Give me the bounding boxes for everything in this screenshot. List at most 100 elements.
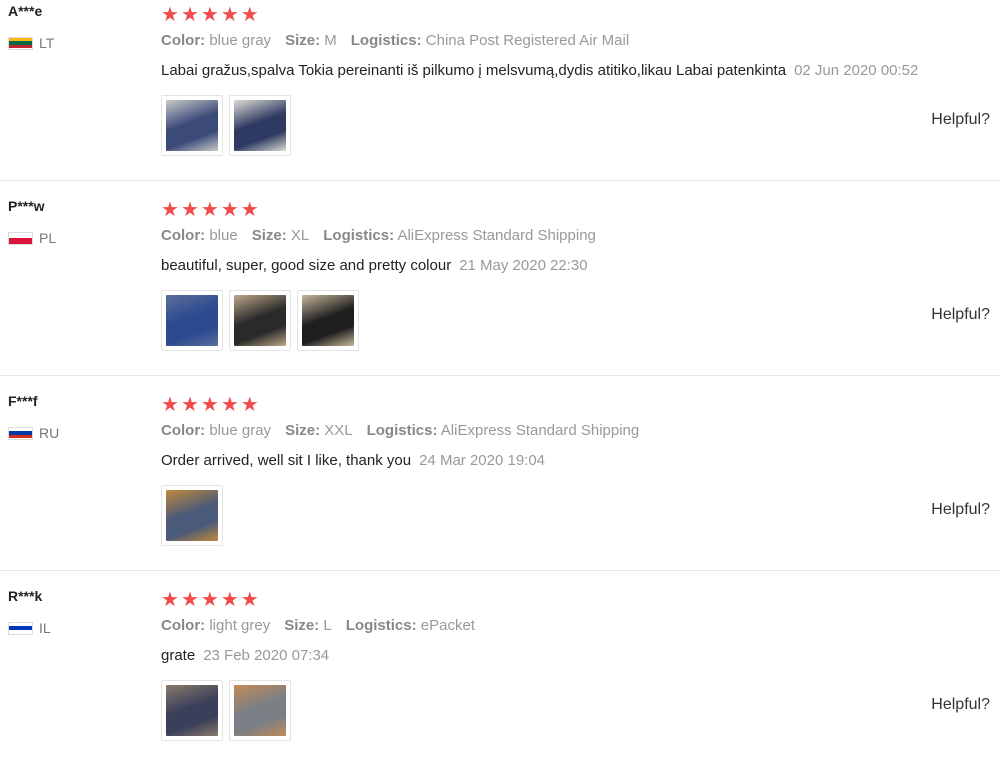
attribute-value: M <box>324 32 337 49</box>
order-attributes: Color: blue Size: XL Logistics: AliExpress… <box>161 227 610 244</box>
review-photo-thumbnail[interactable] <box>229 95 291 156</box>
review-photos <box>161 95 291 156</box>
order-attribute: Color: light grey <box>161 617 270 634</box>
attribute-label: Size: <box>251 227 287 244</box>
star-icon: ★ <box>200 197 219 221</box>
star-icon: ★ <box>161 587 179 611</box>
attribute-label: Color: <box>161 227 206 244</box>
order-attribute: Size: L <box>284 617 332 634</box>
star-icon: ★ <box>200 392 219 416</box>
review-photo-thumbnail[interactable] <box>161 290 223 351</box>
star-rating: ★ ★ ★ ★ ★ <box>161 199 259 219</box>
country-flag-icon <box>8 36 33 50</box>
review-photo-thumbnail[interactable] <box>161 680 223 741</box>
order-attributes: Color: light grey Size: L Logistics: ePack… <box>161 617 489 634</box>
review-photo-thumbnail[interactable] <box>161 485 223 546</box>
country-flag-icon <box>8 231 33 245</box>
photo-image <box>302 295 354 346</box>
reviewer-country: LT <box>8 35 54 51</box>
star-icon: ★ <box>220 2 239 26</box>
reviewer-name: F***f <box>8 393 38 409</box>
star-rating: ★ ★ ★ ★ ★ <box>161 394 259 414</box>
review-photo-thumbnail[interactable] <box>229 290 291 351</box>
review-item: A***e LT ★ ★ ★ ★ ★ Color: blue gray Size: M Logis… <box>0 0 1000 195</box>
review-content: Labai gražus,spalva Tokia pereinanti iš … <box>161 62 918 79</box>
attribute-value: blue gray <box>209 422 272 439</box>
attribute-label: Logistics: <box>345 617 417 634</box>
review-content: grate 23 Feb 2020 07:34 <box>161 647 329 664</box>
country-code: RU <box>39 425 60 441</box>
star-icon: ★ <box>200 2 219 26</box>
star-icon: ★ <box>220 197 239 221</box>
review-date: 23 Feb 2020 07:34 <box>203 647 330 664</box>
review-item: P***w PL ★ ★ ★ ★ ★ Color: blue Size: XL Logistics… <box>0 195 1000 390</box>
order-attribute: Logistics: AliExpress Standard Shipping <box>367 422 640 439</box>
reviewer-country: IL <box>8 620 51 636</box>
attribute-value: AliExpress Standard Shipping <box>440 422 640 439</box>
star-rating: ★ ★ ★ ★ ★ <box>161 4 259 24</box>
review-date: 21 May 2020 22:30 <box>459 257 588 274</box>
reviewer-country: PL <box>8 230 56 246</box>
attribute-label: Logistics: <box>350 32 422 49</box>
order-attribute: Color: blue gray <box>161 32 271 49</box>
attribute-value: blue gray <box>209 32 272 49</box>
star-icon: ★ <box>240 392 259 416</box>
review-item: R***k IL ★ ★ ★ ★ ★ Color: light grey Size: L Logi… <box>0 585 1000 780</box>
order-attribute: Logistics: ePacket <box>346 617 475 634</box>
attribute-label: Size: <box>285 32 321 49</box>
review-content: Order arrived, well sit I like, thank yo… <box>161 452 545 469</box>
reviewer-name: A***e <box>8 3 43 19</box>
star-icon: ★ <box>220 392 239 416</box>
order-attribute: Logistics: China Post Registered Air Mai… <box>351 32 629 49</box>
review-divider <box>0 180 1000 181</box>
attribute-label: Color: <box>161 32 206 49</box>
order-attributes: Color: blue gray Size: M Logistics: China … <box>161 32 643 49</box>
attribute-value: XXL <box>324 422 353 439</box>
review-photos <box>161 290 359 351</box>
helpful-button[interactable]: Helpful? <box>931 306 990 324</box>
star-icon: ★ <box>240 2 259 26</box>
review-text: grate <box>161 647 196 664</box>
review-divider <box>0 375 1000 376</box>
order-attribute: Size: M <box>285 32 337 49</box>
review-photo-thumbnail[interactable] <box>161 95 223 156</box>
star-icon: ★ <box>220 587 239 611</box>
photo-image <box>234 100 286 151</box>
photo-image <box>234 685 286 736</box>
helpful-button[interactable]: Helpful? <box>931 696 990 714</box>
attribute-value: ePacket <box>420 617 475 634</box>
review-text: beautiful, super, good size and pretty c… <box>161 257 452 274</box>
review-photos <box>161 680 291 741</box>
attribute-label: Logistics: <box>323 227 395 244</box>
review-text: Order arrived, well sit I like, thank yo… <box>161 452 412 469</box>
order-attribute: Color: blue gray <box>161 422 271 439</box>
star-icon: ★ <box>180 2 199 26</box>
review-content: beautiful, super, good size and pretty c… <box>161 257 588 274</box>
country-code: LT <box>39 35 55 51</box>
attribute-value: XL <box>290 227 310 244</box>
order-attribute: Size: XXL <box>285 422 353 439</box>
attribute-label: Logistics: <box>366 422 438 439</box>
country-flag-icon <box>8 621 33 635</box>
attribute-value: AliExpress Standard Shipping <box>397 227 596 244</box>
star-icon: ★ <box>240 197 259 221</box>
review-photos <box>161 485 223 546</box>
star-icon: ★ <box>180 587 199 611</box>
helpful-button[interactable]: Helpful? <box>931 501 990 519</box>
photo-image <box>166 685 218 736</box>
star-icon: ★ <box>200 587 219 611</box>
attribute-value: light grey <box>209 617 271 634</box>
attribute-value: China Post Registered Air Mail <box>425 32 630 49</box>
review-divider <box>0 570 1000 571</box>
star-icon: ★ <box>161 2 179 26</box>
order-attribute: Logistics: AliExpress Standard Shipping <box>323 227 596 244</box>
review-photo-thumbnail[interactable] <box>229 680 291 741</box>
review-photo-thumbnail[interactable] <box>297 290 359 351</box>
country-code: PL <box>39 230 57 246</box>
star-icon: ★ <box>180 197 199 221</box>
order-attribute: Color: blue <box>161 227 238 244</box>
helpful-button[interactable]: Helpful? <box>931 111 990 129</box>
star-rating: ★ ★ ★ ★ ★ <box>161 589 259 609</box>
photo-image <box>166 295 218 346</box>
photo-image <box>166 100 218 151</box>
